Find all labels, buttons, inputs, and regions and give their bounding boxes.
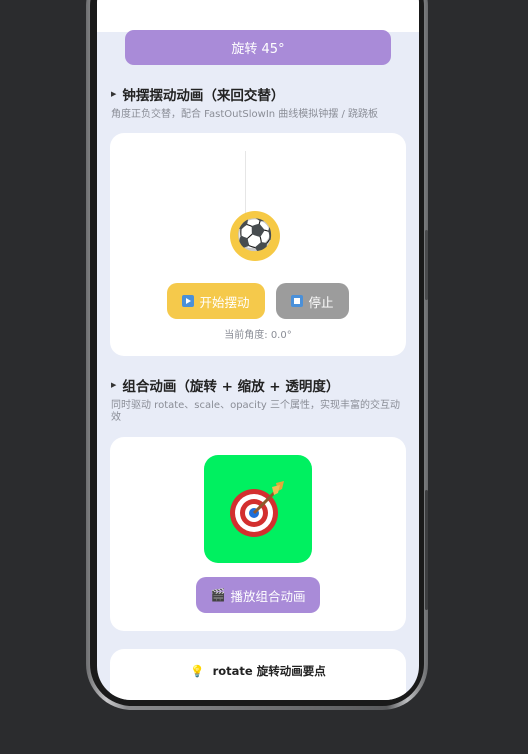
combo-title-text: 组合动画（旋转 + 缩放 + 透明度） <box>122 379 340 395</box>
soccer-ball-glyph: ⚽ <box>236 218 274 253</box>
phone-side-button-lower <box>425 490 428 610</box>
top-bar <box>97 0 419 32</box>
bullet-triangle-icon: ▶ <box>111 381 117 389</box>
combo-description: 同时驱动 rotate、scale、opacity 三个属性，实现丰富的交互动效 <box>111 400 400 423</box>
pendulum-title-text: 钟摆摆动动画（来回交替） <box>122 88 285 104</box>
phone-side-button <box>425 230 428 300</box>
stop-button[interactable]: 停止 <box>276 283 349 319</box>
rotate-45-label: 旋转 45° <box>231 42 285 57</box>
current-angle-text: 当前角度: 0.0° <box>224 330 292 341</box>
start-swing-button[interactable]: 开始摆动 <box>167 283 265 319</box>
stop-label: 停止 <box>308 294 334 310</box>
bullet-triangle-icon: ▶ <box>111 90 117 98</box>
play-icon <box>182 295 195 307</box>
rotate-45-button[interactable]: 旋转 45° <box>125 30 391 65</box>
app-screen: 旋转 45° ▶ 钟摆摆动动画（来回交替） 角度正负交替，配合 FastOutS… <box>97 0 419 700</box>
tips-card: 💡 rotate 旋转动画要点 <box>110 649 406 700</box>
pendulum-string <box>245 151 246 217</box>
target-icon <box>230 481 284 537</box>
tips-title-text: rotate 旋转动画要点 <box>212 664 326 678</box>
clapper-icon: 🎬 <box>210 588 226 602</box>
play-combo-label: 播放组合动画 <box>230 588 306 604</box>
pendulum-description: 角度正负交替，配合 FastOutSlowIn 曲线模拟钟摆 / 跷跷板 <box>111 109 379 120</box>
pendulum-card: ⚽ 开始摆动 停止 当前角度: 0.0° <box>110 133 406 356</box>
combo-section-title: ▶ 组合动画（旋转 + 缩放 + 透明度） <box>111 375 339 395</box>
soccer-ball-icon: ⚽ <box>230 211 280 261</box>
start-swing-label: 开始摆动 <box>199 294 250 310</box>
play-combo-button[interactable]: 🎬 播放组合动画 <box>196 577 320 613</box>
pendulum-section-title: ▶ 钟摆摆动动画（来回交替） <box>111 84 284 104</box>
tips-title: 💡 rotate 旋转动画要点 <box>110 663 406 679</box>
bulb-icon: 💡 <box>190 664 205 678</box>
stop-icon <box>291 295 304 307</box>
combo-card: 🎬 播放组合动画 <box>110 437 406 631</box>
animated-target-box <box>204 455 312 563</box>
